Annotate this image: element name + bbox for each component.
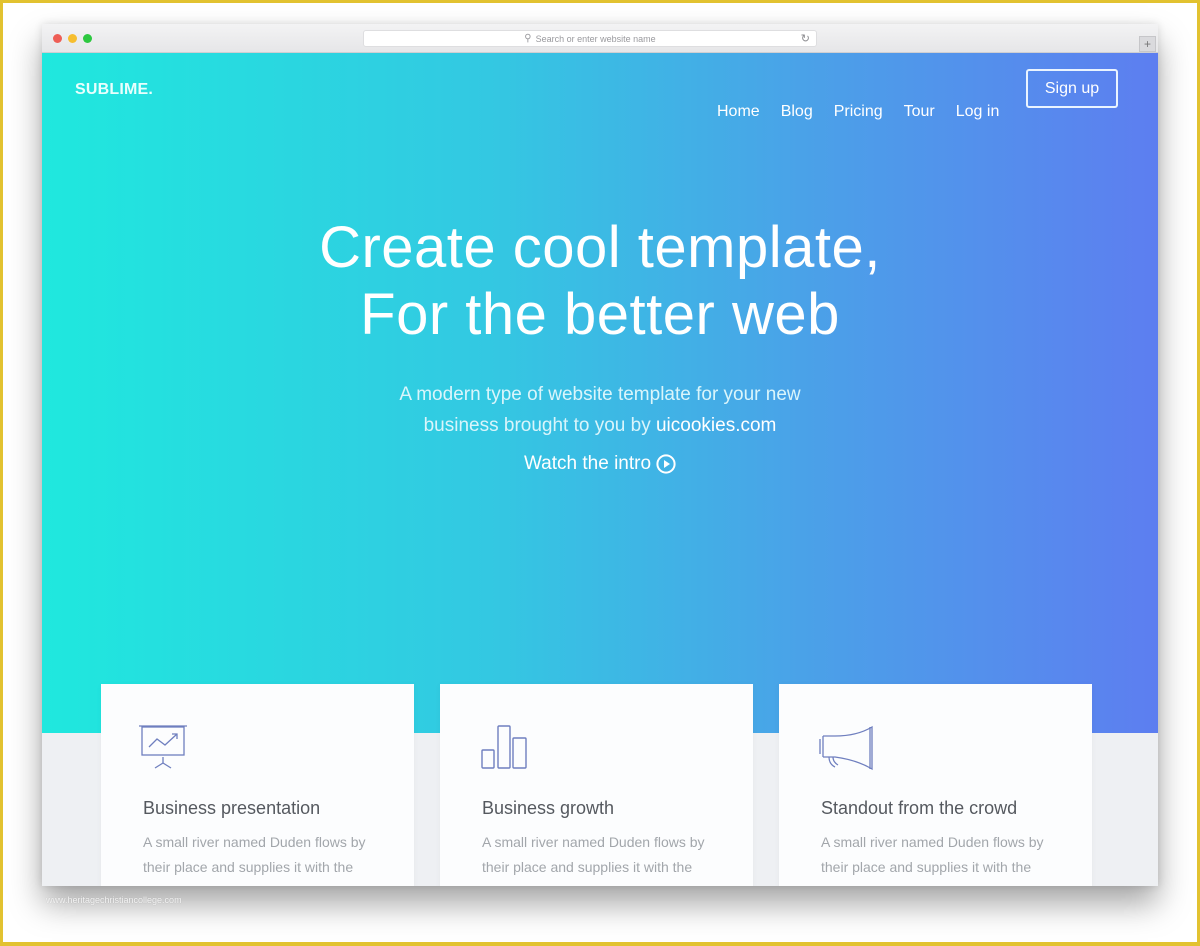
nav-login[interactable]: Log in	[956, 103, 1000, 121]
address-bar[interactable]: ⚲ Search or enter website name ↻	[363, 30, 817, 47]
hero-headline: Create cool template, For the better web	[42, 214, 1158, 348]
signup-button[interactable]: Sign up	[1026, 69, 1118, 108]
maximize-window-button[interactable]	[83, 34, 92, 43]
minimize-window-button[interactable]	[68, 34, 77, 43]
feature-title: Business growth	[482, 798, 615, 818]
site-logo[interactable]: SUBLIME.	[75, 81, 153, 99]
address-placeholder: Search or enter website name	[535, 33, 656, 44]
feature-text: A small river named Duden flows by their…	[143, 834, 366, 886]
main-nav: Home Blog Pricing Tour Log in	[717, 103, 1020, 121]
headline-line-2: For the better web	[360, 282, 840, 347]
reload-icon[interactable]: ↻	[801, 32, 810, 45]
feature-title: Standout from the crowd	[821, 798, 1018, 818]
feature-card: Standout from the crowd A small river na…	[779, 684, 1092, 886]
feature-card: Business growth A small river named Dude…	[440, 684, 753, 886]
presentation-chart-icon	[139, 725, 187, 769]
nav-blog[interactable]: Blog	[781, 103, 813, 121]
plus-icon: +	[1143, 37, 1151, 51]
hero-subtitle: A modern type of website template for yo…	[42, 379, 1158, 441]
feature-title: Business presentation	[143, 798, 321, 818]
close-window-button[interactable]	[53, 34, 62, 43]
nav-pricing[interactable]: Pricing	[834, 103, 883, 121]
feature-text: A small river named Duden flows by their…	[821, 834, 1044, 886]
nav-home[interactable]: Home	[717, 103, 760, 121]
watermark: www.heritagechristiancollege.com	[46, 895, 182, 905]
bar-chart-icon	[481, 725, 527, 769]
subtitle-line-1: A modern type of website template for yo…	[399, 384, 801, 405]
feature-card: Business presentation A small river name…	[101, 684, 414, 886]
feature-text: A small river named Duden flows by their…	[482, 834, 705, 886]
nav-tour[interactable]: Tour	[904, 103, 935, 121]
watch-intro-label[interactable]: Watch the intro	[524, 453, 651, 475]
new-tab-button[interactable]: +	[1139, 36, 1156, 52]
browser-titlebar: ⚲ Search or enter website name ↻ +	[42, 24, 1158, 53]
uicookies-link[interactable]: uicookies.com	[656, 415, 776, 436]
subtitle-line-2: business brought to you by	[423, 415, 656, 436]
browser-window: ⚲ Search or enter website name ↻ + SUBLI…	[42, 24, 1158, 886]
megaphone-icon	[819, 725, 873, 771]
search-icon: ⚲	[524, 33, 532, 44]
play-circle-icon[interactable]	[656, 454, 676, 474]
headline-line-1: Create cool template,	[319, 215, 881, 280]
watch-intro[interactable]: Watch the intro	[42, 453, 1158, 475]
